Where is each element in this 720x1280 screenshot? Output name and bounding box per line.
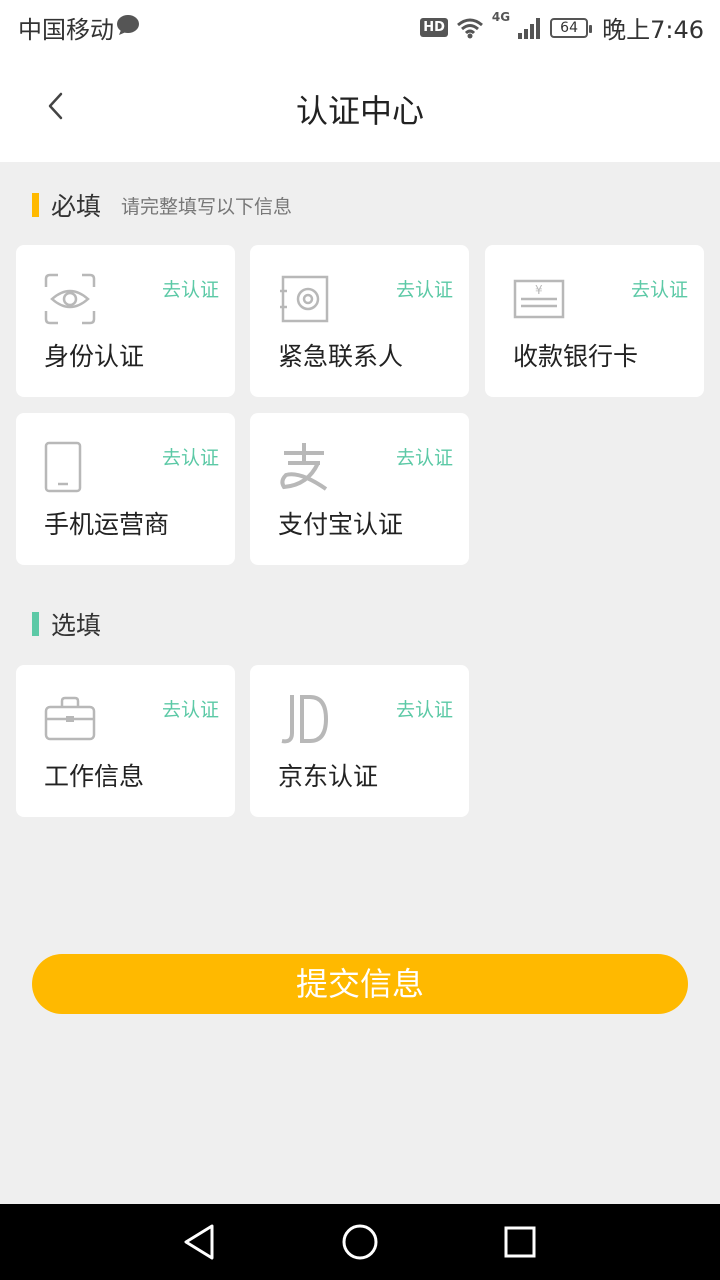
verify-link[interactable]: 去认证 (396, 695, 453, 722)
required-label: 必填 (51, 192, 102, 221)
verify-link[interactable]: 去认证 (162, 443, 219, 470)
optional-section-header: 选填 (32, 609, 102, 640)
carrier-name: 中国移动 (18, 16, 114, 44)
card-emergency-contact[interactable]: 去认证 紧急联系人 (250, 245, 469, 397)
verify-link[interactable]: 去认证 (396, 443, 453, 470)
safe-icon (280, 275, 329, 323)
bank-card-icon: ¥ (513, 279, 565, 319)
status-bar: 中国移动 HD 4G 64 晚上7:46 (0, 0, 720, 50)
phone-icon (44, 441, 82, 493)
recent-apps-icon[interactable] (500, 1222, 540, 1262)
card-bank-card[interactable]: ¥ 去认证 收款银行卡 (485, 245, 704, 397)
signal-icon (518, 17, 541, 39)
wifi-icon (456, 18, 483, 38)
card-label: 收款银行卡 (513, 342, 639, 371)
required-hint: 请完整填写以下信息 (121, 195, 293, 218)
verify-link[interactable]: 去认证 (162, 275, 219, 302)
verify-link[interactable]: 去认证 (631, 275, 688, 302)
card-label: 支付宝认证 (278, 510, 404, 539)
card-jd[interactable]: 去认证 京东认证 (250, 665, 469, 817)
system-nav-bar (0, 1204, 720, 1280)
svg-text:¥: ¥ (535, 283, 543, 297)
optional-label: 选填 (51, 611, 102, 640)
section-accent-bar (32, 193, 39, 217)
hd-badge: HD (420, 18, 448, 37)
card-label: 紧急联系人 (278, 342, 404, 371)
alipay-icon (280, 443, 328, 491)
card-identity[interactable]: 去认证 身份认证 (16, 245, 235, 397)
network-type: 4G (491, 10, 511, 24)
submit-button[interactable]: 提交信息 (32, 954, 688, 1014)
card-alipay[interactable]: 去认证 支付宝认证 (250, 413, 469, 565)
app-header: 认证中心 (0, 50, 720, 162)
card-label: 手机运营商 (44, 510, 170, 539)
card-mobile-carrier[interactable]: 去认证 手机运营商 (16, 413, 235, 565)
card-label: 京东认证 (278, 762, 379, 791)
clock: 晚上7:46 (602, 16, 704, 44)
home-circle-icon[interactable] (340, 1222, 380, 1262)
card-label: 身份认证 (44, 342, 145, 371)
section-accent-bar (32, 612, 39, 636)
card-label: 工作信息 (44, 762, 145, 791)
briefcase-icon (44, 696, 96, 741)
battery-icon: 64 (550, 17, 593, 38)
verify-link[interactable]: 去认证 (396, 275, 453, 302)
face-scan-icon (44, 273, 96, 325)
back-triangle-icon[interactable] (180, 1222, 220, 1262)
verify-link[interactable]: 去认证 (162, 695, 219, 722)
card-work-info[interactable]: 去认证 工作信息 (16, 665, 235, 817)
required-section-header: 必填 请完整填写以下信息 (32, 190, 293, 221)
jd-icon (281, 695, 329, 744)
message-icon (117, 15, 139, 35)
page-title: 认证中心 (295, 92, 424, 130)
